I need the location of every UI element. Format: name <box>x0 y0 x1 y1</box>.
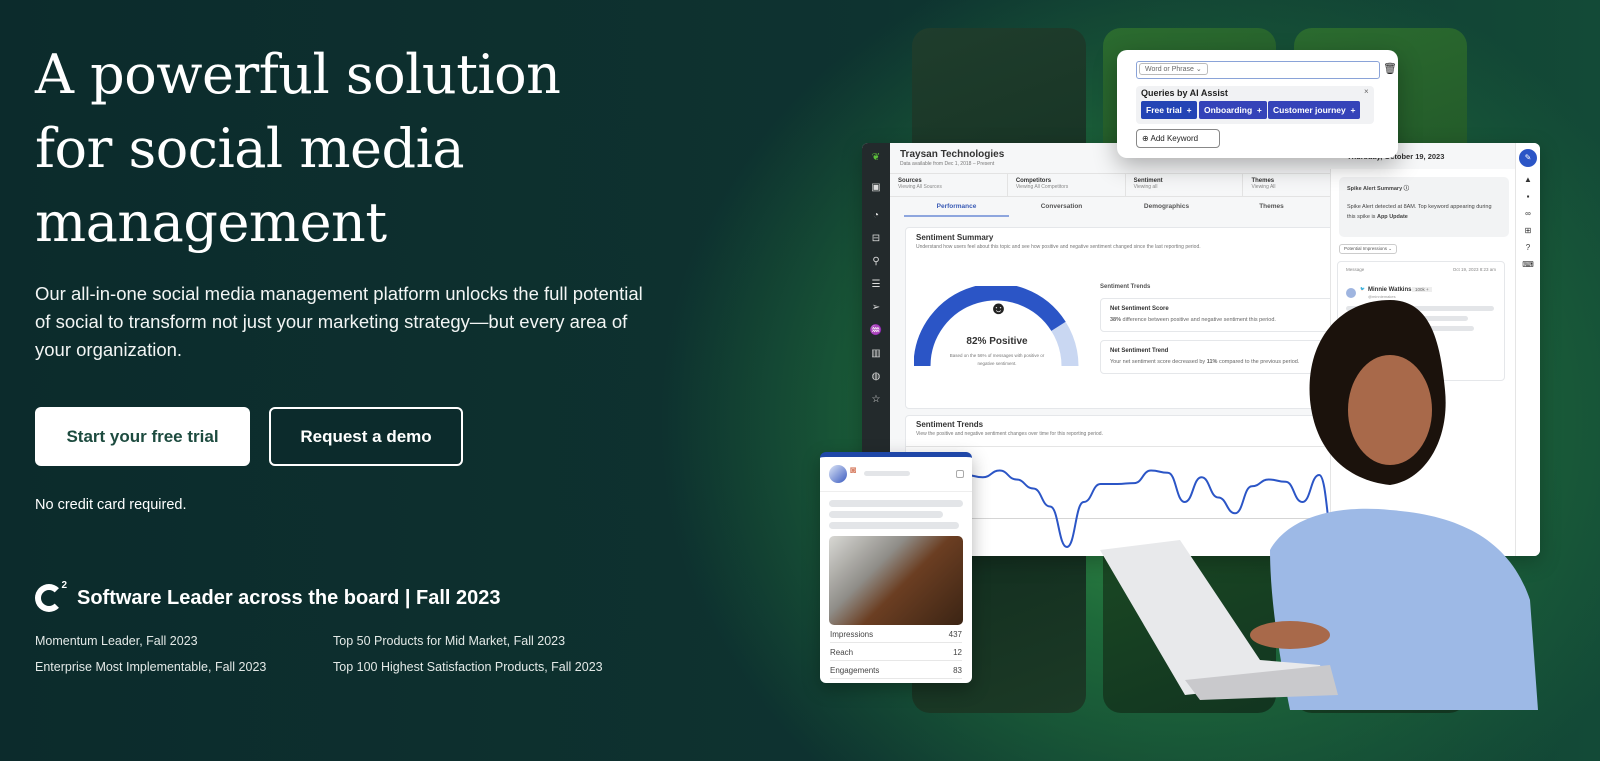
instagram-icon: ◙ <box>850 465 857 476</box>
stat-engagements: Engagements 83 <box>830 666 962 679</box>
title-line: for social media <box>35 117 465 180</box>
post-image <box>829 536 963 625</box>
select-checkbox[interactable] <box>956 470 964 478</box>
trash-icon[interactable]: 🗑 <box>1383 62 1397 75</box>
g2-logo-icon: 2 <box>35 580 67 612</box>
impressions-select[interactable]: Potential Impressions ⌄ <box>1339 244 1398 254</box>
spike-alert-card: Spike Alert Summary ⓘ Spike Alert detect… <box>1339 177 1509 237</box>
dashboard-tabs: Performance Conversation Demographics Th… <box>904 203 1324 217</box>
listening-icon[interactable]: ♒ <box>869 324 883 338</box>
woman-with-laptop-photo <box>1100 300 1538 710</box>
chip-onboarding[interactable]: Onboarding + <box>1199 101 1267 119</box>
request-demo-button[interactable]: Request a demo <box>269 407 463 466</box>
card-title: Sentiment Summary <box>916 233 994 242</box>
avatar <box>1346 288 1356 298</box>
tab-themes[interactable]: Themes <box>1219 203 1324 217</box>
card-title: Sentiment Trends <box>916 420 984 429</box>
awards-headline: 2 Software Leader across the board | Fal… <box>35 580 501 612</box>
send-icon[interactable]: ➢ <box>869 301 883 315</box>
info-icon[interactable]: ⓘ <box>1404 186 1410 192</box>
compose-icon[interactable]: ✎ <box>1519 149 1537 167</box>
no-credit-card-note: No credit card required. <box>35 497 187 513</box>
awards-headline-text: Software Leader across the board | Fall … <box>77 586 501 609</box>
award-item: Top 100 Highest Satisfaction Products, F… <box>333 660 603 674</box>
trends-heading: Sentiment Trends <box>1100 284 1151 290</box>
close-icon[interactable]: × <box>1364 87 1369 96</box>
data-range: Data available from Dec 1, 2018 – Presen… <box>900 161 995 167</box>
award-item: Momentum Leader, Fall 2023 <box>35 634 198 648</box>
stat-reach: Reach 12 <box>830 648 962 661</box>
filter-competitors[interactable]: Competitors Viewing All Competitors <box>1008 174 1126 196</box>
chat-icon[interactable]: ▪ <box>1516 192 1540 201</box>
company-name: Traysan Technologies <box>900 149 1005 160</box>
pin-icon[interactable]: ⚲ <box>869 255 883 269</box>
alert-icon[interactable]: ▲ <box>1516 175 1540 184</box>
award-item: Top 50 Products for Mid Market, Fall 202… <box>333 634 566 648</box>
reports-icon[interactable]: ▥ <box>869 347 883 361</box>
inbox-icon[interactable]: ⊟ <box>869 232 883 246</box>
tab-demographics[interactable]: Demographics <box>1114 203 1219 217</box>
avatar <box>829 465 847 483</box>
card-desc: View the positive and negative sentiment… <box>916 431 1103 437</box>
star-icon[interactable]: ☆ <box>869 393 883 407</box>
keyword-popup: Word or Phrase ⌄ 🗑 Queries by AI Assist … <box>1117 50 1398 158</box>
keyboard-icon[interactable]: ⌨ <box>1516 260 1540 269</box>
filter-sources[interactable]: Sources Viewing All Sources <box>890 174 1008 196</box>
gauge-note: Based on the 56% of messages with positi… <box>949 353 1045 366</box>
ai-assist-title: Queries by AI Assist <box>1141 88 1228 98</box>
add-icon[interactable]: ⊞ <box>1516 226 1540 235</box>
filter-sentiment[interactable]: Sentiment Viewing all <box>1126 174 1244 196</box>
stat-impressions: Impressions 437 <box>830 630 962 643</box>
chip-free-trial[interactable]: Free trial + <box>1141 101 1197 119</box>
bot-icon[interactable]: ◍ <box>869 370 883 384</box>
award-item: Enterprise Most Implementable, Fall 2023 <box>35 660 267 674</box>
title-line: management <box>35 191 387 254</box>
leaf-logo-icon: ❦ <box>871 152 881 163</box>
chip-customer-journey[interactable]: Customer journey + <box>1268 101 1361 119</box>
add-keyword-button[interactable]: ⊕ Add Keyword <box>1136 129 1220 148</box>
link-icon[interactable]: ∞ <box>1516 209 1540 218</box>
list-icon[interactable]: ☰ <box>869 278 883 292</box>
hero-title: A powerful solution for social media man… <box>35 38 675 260</box>
twitter-icon: 🐦 <box>1360 286 1365 291</box>
gauge-label: 82% Positive <box>966 336 1028 347</box>
word-phrase-select[interactable]: Word or Phrase ⌄ <box>1139 63 1208 75</box>
tab-performance[interactable]: Performance <box>904 203 1009 217</box>
social-post-card: ◙ Impressions 437 Reach 12 Engagements 83 <box>820 452 972 683</box>
plus-circle-icon: ⊕ <box>1142 134 1149 143</box>
filter-bar: Sources Viewing All Sources Competitors Vi… <box>890 173 1330 197</box>
folder-icon[interactable]: ▣ <box>869 181 883 195</box>
gauge-icon[interactable]: ◔ <box>869 209 883 223</box>
hero-lead: Our all-in-one social media management p… <box>35 283 643 360</box>
card-desc: Understand how users feel about this top… <box>916 244 1201 250</box>
filter-themes[interactable]: Themes Viewing All <box>1243 174 1330 196</box>
start-free-trial-button[interactable]: Start your free trial <box>35 407 250 466</box>
svg-text:☻: ☻ <box>989 298 1008 318</box>
tab-conversation[interactable]: Conversation <box>1009 203 1114 217</box>
help-icon[interactable]: ? <box>1516 243 1540 252</box>
title-line: A powerful solution <box>35 43 561 106</box>
